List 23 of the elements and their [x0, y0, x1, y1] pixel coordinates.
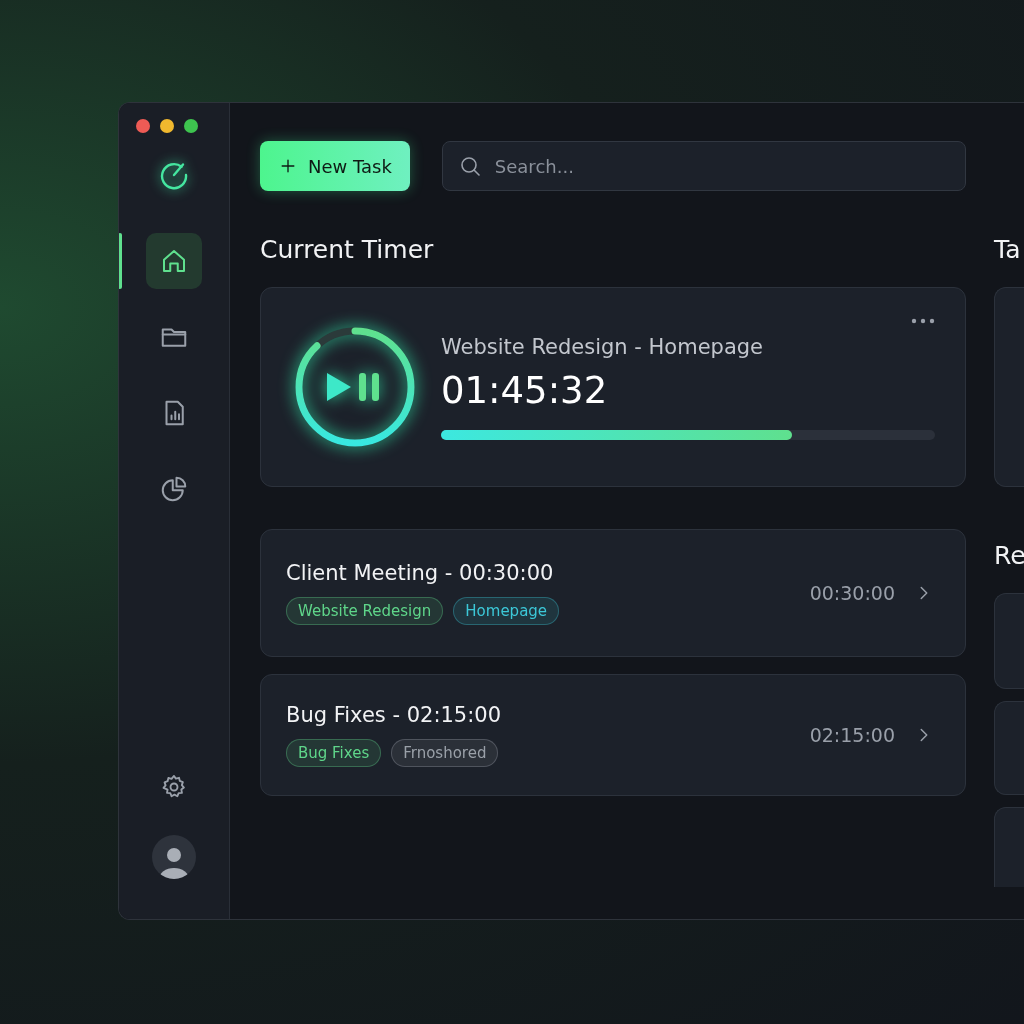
- task-tag: Frnoshored: [391, 739, 499, 767]
- task-duration: 00:30:00: [809, 582, 895, 604]
- pie-chart-icon: [159, 474, 189, 504]
- task-title: Bug Fixes - 02:15:00: [286, 703, 502, 727]
- timer-elapsed-time: 01:45:32: [441, 368, 609, 412]
- more-options-icon[interactable]: [911, 318, 935, 324]
- search-field[interactable]: Search...: [441, 141, 966, 191]
- section-heading: Current Timer: [260, 235, 435, 265]
- task-title: Client Meeting - 00:30:00: [286, 561, 555, 585]
- close-dot[interactable]: [136, 119, 150, 133]
- nav-item[interactable]: [146, 233, 202, 289]
- user-avatar[interactable]: [152, 835, 196, 879]
- task-tag: Homepage: [453, 597, 560, 625]
- active-indicator: [119, 233, 122, 289]
- minimize-dot[interactable]: [160, 119, 174, 133]
- task-duration: 02:15:00: [809, 724, 895, 746]
- task-tag: Bug Fixes: [286, 739, 382, 767]
- section-heading: Ta: [994, 235, 1022, 265]
- task-tag: Website Redesign: [286, 597, 444, 625]
- timer-task-name: Website Redesign - Homepage: [441, 334, 764, 359]
- new-task-button[interactable]: New Task: [260, 141, 410, 191]
- section-heading: Re: [994, 541, 1024, 571]
- zoom-dot[interactable]: [184, 119, 198, 133]
